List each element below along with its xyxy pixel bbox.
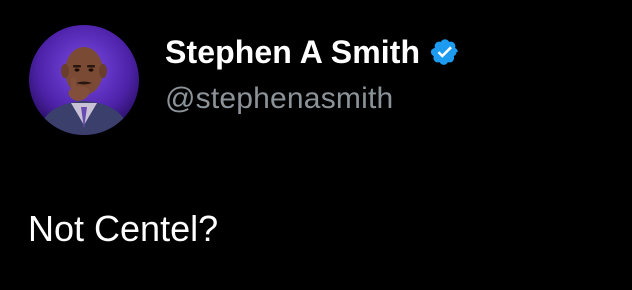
verified-badge-icon: [430, 37, 460, 67]
tweet-card: Stephen A Smith @stephenasmith Not Cente…: [0, 0, 632, 290]
tweet-text: Not Centel?: [28, 208, 219, 249]
author-handle[interactable]: @stephenasmith: [165, 82, 393, 116]
author-name-row: Stephen A Smith: [165, 30, 460, 74]
author-display-name[interactable]: Stephen A Smith: [165, 34, 420, 71]
profile-photo-icon: [29, 25, 139, 135]
avatar[interactable]: [29, 25, 139, 135]
